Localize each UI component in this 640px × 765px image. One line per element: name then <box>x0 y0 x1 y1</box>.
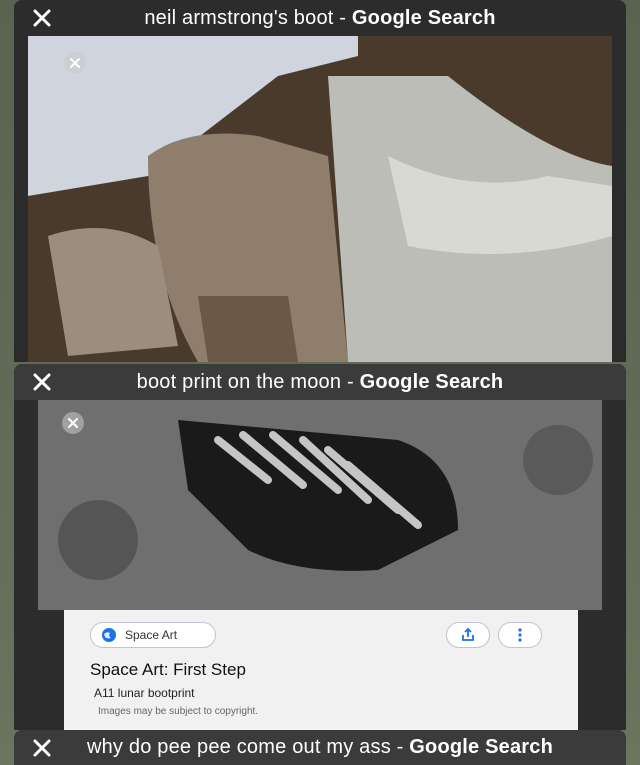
boot-photo <box>28 36 612 362</box>
tab-card-neil-armstrongs-boot[interactable]: neil armstrong's boot - Google Search <box>14 0 626 362</box>
tab-title: neil armstrong's boot - Google Search <box>144 7 496 29</box>
globe-icon <box>102 628 116 642</box>
result-card[interactable]: Space Art Space Art: First Step A11 luna… <box>64 610 578 730</box>
source-chip[interactable]: Space Art <box>90 622 216 648</box>
tab-header: why do pee pee come out my ass - Google … <box>14 730 626 765</box>
result-subtitle: A11 lunar bootprint <box>94 686 195 700</box>
more-options-button[interactable] <box>498 622 542 648</box>
thumbnail-close-icon[interactable] <box>64 52 86 74</box>
tab-card-boot-print-on-the-moon[interactable]: boot print on the moon - Google Search S… <box>14 364 626 730</box>
share-icon <box>462 627 474 641</box>
tab-title: boot print on the moon - Google Search <box>136 371 504 393</box>
bootprint-photo <box>38 400 602 610</box>
page-thumbnail[interactable] <box>38 400 602 610</box>
tab-title: why do pee pee come out my ass - Google … <box>86 736 554 758</box>
page-thumbnail[interactable] <box>28 36 612 362</box>
thumbnail-close-icon[interactable] <box>62 412 84 434</box>
copyright-note: Images may be subject to copyright. <box>98 706 259 717</box>
share-button[interactable] <box>446 622 490 648</box>
source-label: Space Art <box>125 628 178 642</box>
more-vertical-icon <box>518 628 522 642</box>
result-title[interactable]: Space Art: First Step <box>90 660 246 680</box>
tab-header: neil armstrong's boot - Google Search <box>14 0 626 36</box>
tab-header: boot print on the moon - Google Search <box>14 364 626 400</box>
tab-card-third[interactable]: why do pee pee come out my ass - Google … <box>14 730 626 765</box>
